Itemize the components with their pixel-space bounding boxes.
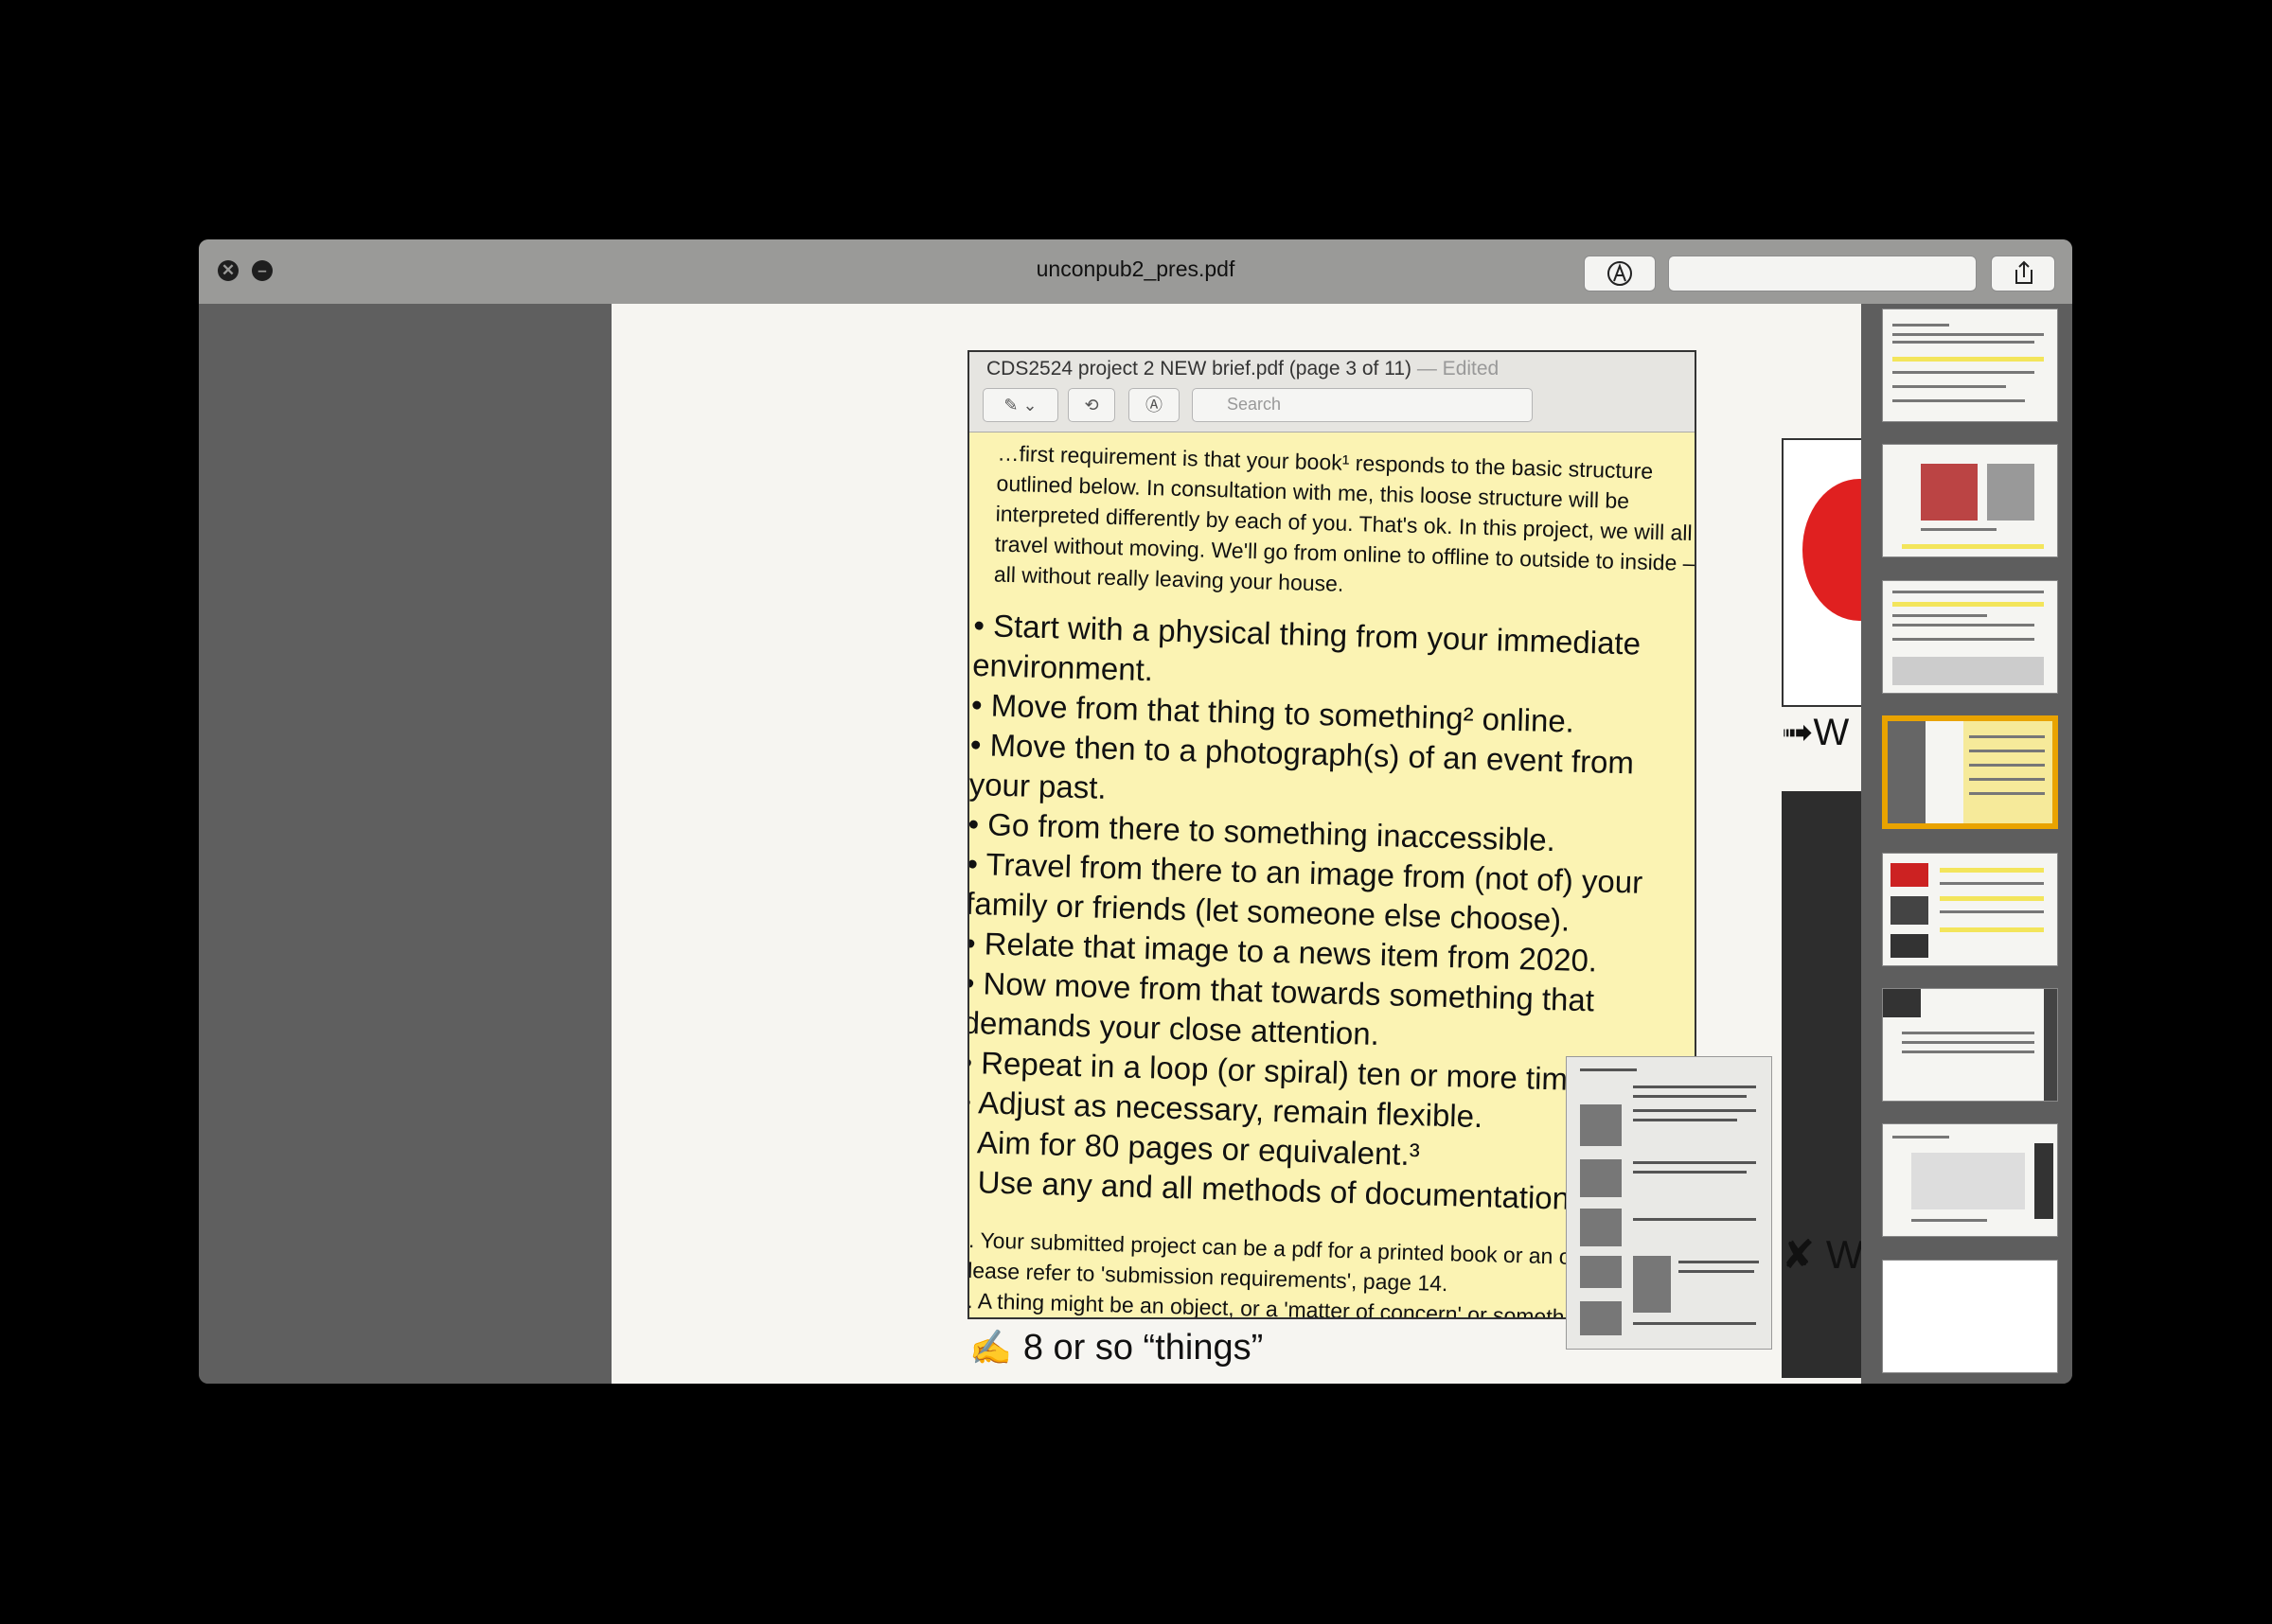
page-thumbnail-6[interactable] (1882, 988, 2058, 1102)
markup-button[interactable] (1584, 256, 1656, 291)
pen-tool-icon[interactable]: ✎ ⌄ (983, 388, 1058, 422)
inner-search-input[interactable]: Search (1192, 388, 1533, 422)
thumbnail-sidebar[interactable] (1861, 304, 2072, 1384)
slide-caption: ✍ 8 or so “things” (969, 1328, 1263, 1368)
preview-window: ✕ – unconpub2_pres.pdf CDS2524 project 2… (199, 239, 2072, 1384)
intro-paragraph: …first requirement is that your book¹ re… (993, 440, 1695, 596)
markup-icon (1607, 261, 1632, 286)
share-icon (2015, 260, 2032, 284)
page-thumbnail-3[interactable] (1882, 580, 2058, 694)
rotate-icon[interactable]: ⟲ (1068, 388, 1115, 422)
pen-hand-icon: ✍ (969, 1328, 1012, 1367)
search-field[interactable] (1668, 256, 1977, 291)
page-thumbnail-5[interactable] (1882, 853, 2058, 966)
dark-photo (1782, 791, 1861, 1378)
page-thumbnail-8[interactable] (1882, 1260, 2058, 1373)
x-w-label: ✘ W (1782, 1232, 1861, 1277)
inner-title-text: CDS2524 project 2 NEW brief.pdf (page 3 … (986, 358, 1412, 380)
markup-icon[interactable]: Ⓐ (1128, 388, 1180, 422)
page-thumbnail-4[interactable] (1882, 715, 2058, 829)
share-button[interactable] (1991, 256, 2055, 291)
inner-toolbar: CDS2524 project 2 NEW brief.pdf (page 3 … (969, 352, 1695, 432)
page-preview-thumbnail (1566, 1056, 1772, 1350)
page-thumbnail-1[interactable] (1882, 309, 2058, 422)
title-bar: ✕ – unconpub2_pres.pdf (199, 239, 2072, 304)
caption-text: 8 or so “things” (1022, 1328, 1264, 1368)
page-thumbnail-2[interactable] (1882, 444, 2058, 557)
left-gutter (199, 304, 612, 1384)
arrow-w-label: ➟W (1782, 712, 1850, 753)
inner-edited-label: — Edited (1411, 358, 1500, 380)
inner-search-placeholder: Search (1227, 395, 1282, 414)
inner-title: CDS2524 project 2 NEW brief.pdf (page 3 … (986, 358, 1499, 380)
page-thumbnail-7[interactable] (1882, 1123, 2058, 1237)
slide-page: CDS2524 project 2 NEW brief.pdf (page 3 … (612, 304, 1861, 1384)
